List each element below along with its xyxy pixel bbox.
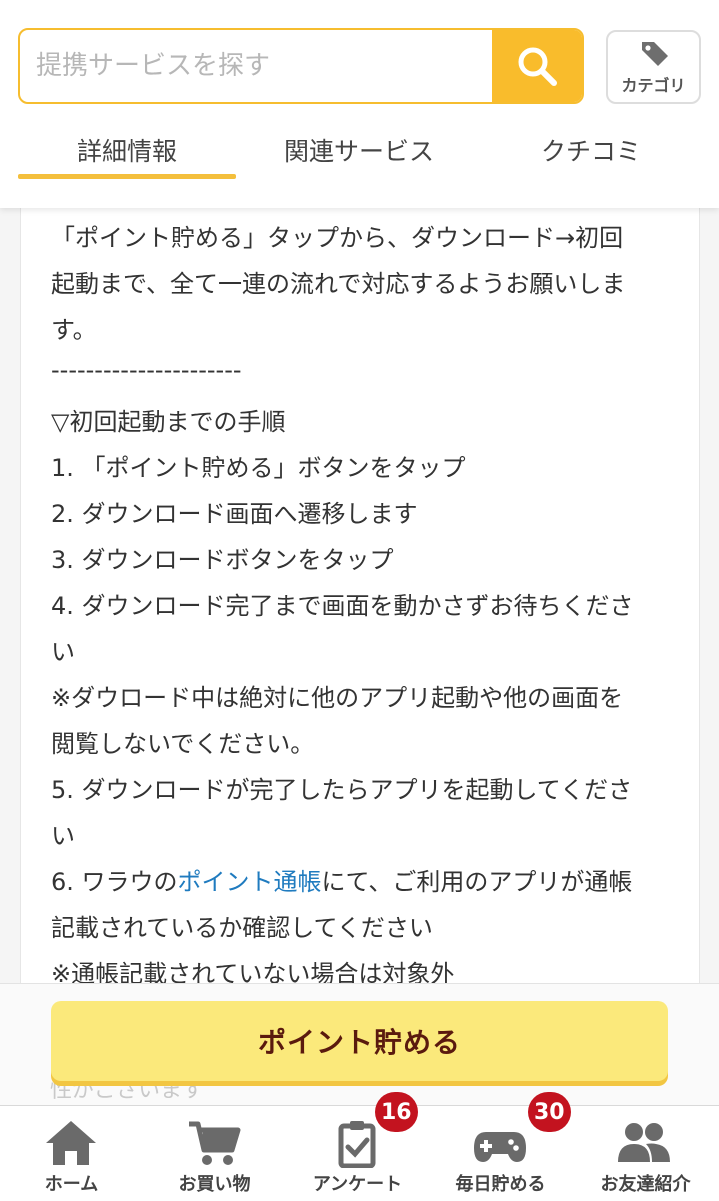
gamepad-icon <box>474 1132 526 1162</box>
nav-label-home: ホーム <box>44 1174 99 1195</box>
action-area: 性がございます ポイント貯める <box>0 983 719 1106</box>
nav-item-daily[interactable]: 30 毎日貯める <box>429 1092 572 1201</box>
header: カテゴリ 詳細情報 関連サービス クチコミ <box>0 0 719 208</box>
warning-note: ※ダウロード中は絶対に他のアプリ起動や他の画面を <box>51 684 624 712</box>
friends-icon <box>618 1123 670 1162</box>
survey-badge: 16 <box>375 1092 418 1132</box>
procedure-heading: ▽初回起動までの手順 <box>51 408 286 436</box>
nav-label-survey: アンケート <box>312 1174 403 1195</box>
survey-icon <box>338 1121 376 1168</box>
tab-bar: 詳細情報 関連サービス クチコミ <box>0 118 719 182</box>
search-button[interactable] <box>492 30 582 102</box>
step-6: 6. ワラウのポイント通帳にて、ご利用のアプリが通帳 <box>51 862 632 897</box>
search-bar <box>18 28 584 104</box>
tag-icon <box>641 42 668 66</box>
active-tab-indicator <box>18 174 236 179</box>
category-label: カテゴリ <box>621 76 686 95</box>
nav-label-daily: 毎日貯める <box>455 1174 546 1195</box>
daily-badge: 30 <box>528 1092 571 1132</box>
step-6-prefix: 6. ワラウの <box>51 868 178 896</box>
nav-label-invite-friends: お友達紹介 <box>600 1174 691 1195</box>
bottom-nav: ホーム お買い物 16 アンケート 30 毎日貯める お友達紹介 <box>0 1092 719 1201</box>
divider-dashes: ---------------------- <box>51 356 242 384</box>
category-button[interactable]: カテゴリ <box>606 30 701 104</box>
tab-related-services-label: 関連サービス <box>283 137 434 166</box>
detail-text-line: 「ポイント貯める」タップから、ダウンロード→初回 <box>51 224 624 252</box>
step-5-continued: い <box>51 822 75 850</box>
search-icon <box>518 47 557 86</box>
cart-icon <box>189 1121 241 1165</box>
step-6-suffix: にて、ご利用のアプリが通帳 <box>321 868 633 896</box>
earn-points-button[interactable]: ポイント貯める <box>51 1001 668 1081</box>
nav-item-invite-friends[interactable]: お友達紹介 <box>572 1106 719 1201</box>
step-6-continued: 記載されているか確認してください <box>51 914 433 942</box>
step-5: 5. ダウンロードが完了したらアプリを起動してくださ <box>51 776 633 804</box>
tab-details-label: 詳細情報 <box>76 137 177 166</box>
home-icon <box>46 1121 96 1165</box>
search-input[interactable] <box>20 30 496 102</box>
tab-details[interactable]: 詳細情報 <box>18 118 236 182</box>
tab-reviews[interactable]: クチコミ <box>482 118 700 182</box>
detail-text-line: 起動まで、全て一連の流れで対応するようお願いしま <box>51 270 626 298</box>
nav-item-shopping[interactable]: お買い物 <box>143 1106 286 1201</box>
detail-text-line: す。 <box>51 316 97 344</box>
nav-label-shopping: お買い物 <box>178 1174 251 1195</box>
nav-item-survey[interactable]: 16 アンケート <box>286 1092 429 1201</box>
nav-item-home[interactable]: ホーム <box>0 1106 143 1201</box>
step-4: 4. ダウンロード完了まで画面を動かさずお待ちくださ <box>51 592 634 620</box>
step-2: 2. ダウンロード画面へ遷移します <box>51 500 418 528</box>
detail-content: 「ポイント貯める」タップから、ダウンロード→初回 起動まで、全て一連の流れで対応… <box>20 208 700 998</box>
warning-note-continued: 閲覧しないでください。 <box>51 730 315 758</box>
tab-related-services[interactable]: 関連サービス <box>250 118 468 182</box>
step-3: 3. ダウンロードボタンをタップ <box>51 546 394 574</box>
tab-reviews-label: クチコミ <box>540 137 641 166</box>
earn-points-button-label: ポイント貯める <box>257 1026 461 1059</box>
point-passbook-link[interactable]: ポイント通帳 <box>178 868 322 896</box>
step-4-continued: い <box>51 638 75 666</box>
step-1: 1. 「ポイント貯める」ボタンをタップ <box>51 454 466 482</box>
